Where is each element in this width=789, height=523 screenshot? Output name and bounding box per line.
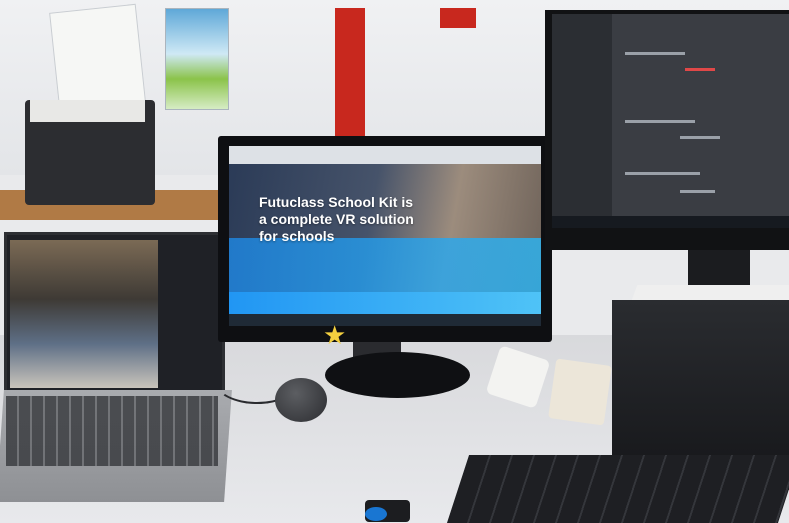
center-monitor-screen: Futuclass School Kit is a complete VR so… [229, 146, 541, 326]
laptop-keyboard [6, 396, 218, 466]
key-tag-blue [365, 507, 387, 521]
red-wall-panel [335, 8, 365, 138]
website-blue-band [229, 292, 541, 314]
photo-scene: Futuclass School Kit is a complete VR so… [0, 0, 789, 523]
website-hero-overlay [229, 238, 541, 292]
quiz-line [625, 52, 685, 55]
quiz-line [625, 120, 695, 123]
desktop-keyboard [446, 455, 789, 523]
printer-paper-tray [30, 100, 145, 122]
remote-control-beige [548, 358, 612, 426]
quiz-line [625, 172, 700, 175]
computer-mouse [275, 378, 327, 422]
windows-taskbar [229, 314, 541, 326]
right-monitor-sidebar [552, 14, 612, 228]
right-monitor-taskbar [552, 216, 789, 228]
quiz-answer-highlight [685, 68, 715, 71]
star-sticker-icon: ★ [323, 320, 347, 350]
red-wall-panel-top [440, 8, 476, 28]
quiz-line [680, 136, 720, 139]
browser-toolbar [229, 146, 541, 164]
monitor-stand-base [325, 352, 470, 398]
wall-poster-illustration [165, 8, 229, 110]
quiz-line [680, 190, 715, 193]
website-headline: Futuclass School Kit is a complete VR so… [259, 194, 414, 244]
laptop-screen-content [10, 240, 158, 388]
